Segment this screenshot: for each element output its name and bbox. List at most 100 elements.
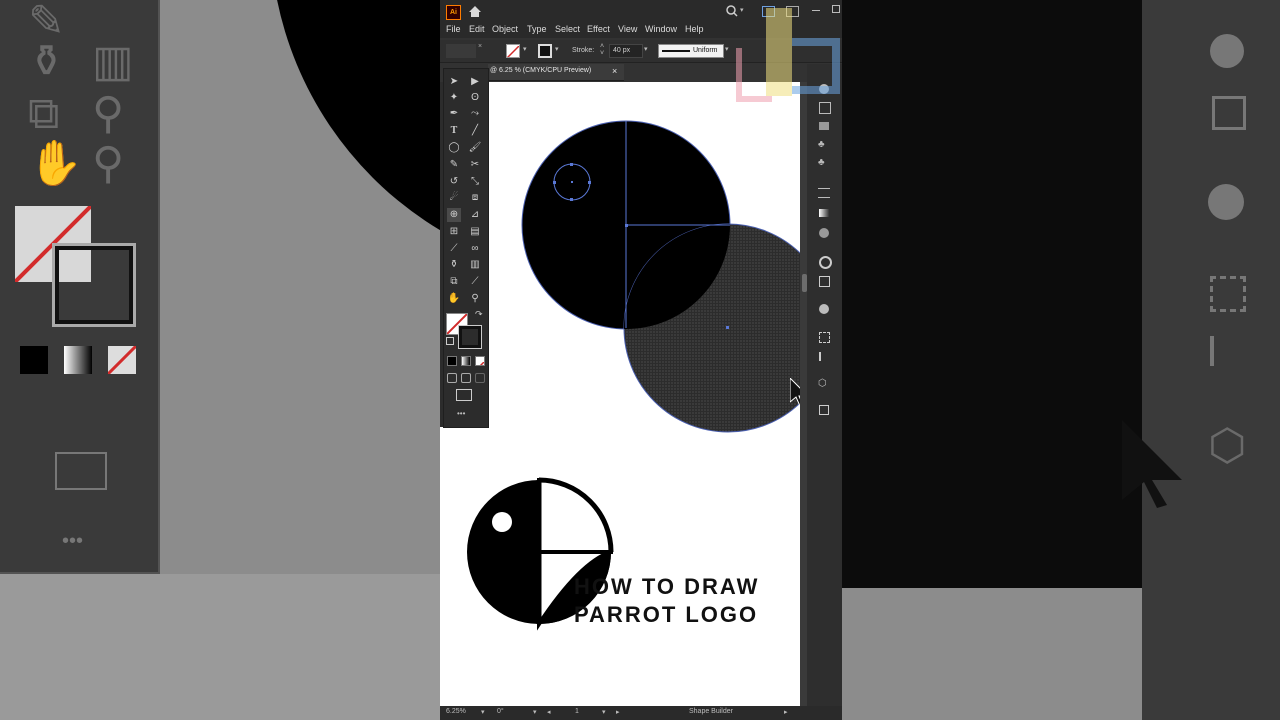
artboard-canvas[interactable]: HOW TO DRAW PARROT LOGO: [440, 82, 800, 706]
color-mode-icon[interactable]: [447, 356, 457, 366]
shape-builder-tool-icon[interactable]: ⊕: [447, 208, 461, 222]
scale-tool-icon[interactable]: ⤡: [468, 175, 482, 189]
gradient-panel-icon[interactable]: [819, 209, 829, 217]
appearance-icon[interactable]: [819, 256, 832, 269]
draw-normal-icon[interactable]: [447, 373, 457, 383]
anchor-point: [553, 181, 556, 184]
background-canvas-lower: [0, 574, 440, 720]
align-icon[interactable]: [819, 352, 831, 361]
free-transform-icon[interactable]: ⧈: [468, 191, 482, 205]
zoom-tool-icon[interactable]: ⚲: [468, 292, 482, 306]
perspective-grid-icon[interactable]: ⊿: [468, 208, 482, 222]
pen-tool-icon[interactable]: ✒: [447, 107, 461, 121]
gradient-mode-icon[interactable]: [461, 356, 471, 366]
curvature-tool-icon[interactable]: ⤳: [468, 107, 482, 121]
draw-inside-icon[interactable]: [475, 373, 485, 383]
next-artboard-icon[interactable]: ▸: [616, 708, 620, 716]
document-tab[interactable]: @ 6.25 % (CMYK/CPU Preview) ×: [488, 64, 624, 81]
selected-center-point: [726, 326, 729, 329]
stroke-stepper[interactable]: ˄ ˅: [600, 43, 604, 57]
document-tab-close[interactable]: ×: [612, 66, 617, 76]
center-point: [625, 224, 628, 227]
fill-dropdown-icon[interactable]: ▾: [523, 45, 527, 53]
stroke-width-field[interactable]: 40 px: [609, 44, 643, 58]
symbols-icon[interactable]: ♣: [818, 157, 825, 168]
background-left: ✎ ⚱ ▥ ⧉ ⚲ ✋ ⚲ •••: [0, 0, 440, 720]
graph-tool-icon[interactable]: ▥: [468, 258, 482, 272]
stroke-swatch[interactable]: [458, 325, 482, 349]
zoom-level[interactable]: 6.25%: [446, 708, 466, 715]
menu-view[interactable]: View: [618, 24, 637, 34]
hand-tool-icon[interactable]: ✋: [447, 292, 461, 306]
blur-align-icon: [1210, 336, 1244, 366]
magic-wand-icon[interactable]: ✦: [447, 91, 461, 105]
home-icon[interactable]: [468, 5, 482, 18]
swap-colors-icon[interactable]: ↷: [475, 309, 483, 320]
transparency-icon[interactable]: [819, 228, 829, 238]
artboard-tool-icon[interactable]: ⧉: [447, 275, 461, 289]
stroke-dropdown-icon[interactable]: ▾: [555, 45, 559, 53]
brushes-icon[interactable]: ♣: [818, 139, 825, 150]
paintbrush-icon[interactable]: 🖌: [468, 141, 482, 155]
edit-toolbar-more-icon[interactable]: •••: [457, 409, 465, 418]
menu-effect[interactable]: Effect: [587, 24, 610, 34]
menu-window[interactable]: Window: [645, 24, 677, 34]
fill-color-swatch[interactable]: [506, 44, 520, 58]
screen-mode-icon[interactable]: [456, 389, 472, 401]
menu-file[interactable]: File: [446, 24, 461, 34]
anchor-point: [570, 198, 573, 201]
blur-none-swatch: [106, 344, 138, 376]
gradient-tool-icon[interactable]: ▤: [468, 225, 482, 239]
artboard-dropdown-icon[interactable]: ▾: [602, 708, 606, 716]
rotation-value[interactable]: 0°: [497, 708, 504, 715]
none-mode-icon[interactable]: [475, 356, 485, 366]
shape-builder-cursor-icon: [790, 378, 800, 407]
menu-edit[interactable]: Edit: [469, 24, 485, 34]
blur-hand-icon: ✋: [28, 139, 83, 188]
shaper-tool-icon[interactable]: ✎: [447, 158, 461, 172]
menu-help[interactable]: Help: [685, 24, 704, 34]
eyedropper-icon[interactable]: ⟋: [447, 242, 461, 256]
stroke-panel-icon[interactable]: [818, 188, 830, 198]
graphic-styles-icon[interactable]: [819, 276, 830, 287]
direct-selection-tool-icon[interactable]: ▶: [468, 75, 482, 89]
blur-graph-icon: ▥: [92, 37, 134, 86]
stroke-width-dropdown-icon[interactable]: ▾: [644, 45, 648, 53]
selection-indicator: [446, 44, 476, 58]
ellipse-tool-icon[interactable]: ◯: [447, 141, 461, 155]
type-tool-icon[interactable]: T: [447, 124, 461, 138]
line-tool-icon[interactable]: ╱: [468, 124, 482, 138]
mesh-tool-icon[interactable]: ⊞: [447, 225, 461, 239]
variable-width-profile[interactable]: Uniform: [658, 44, 724, 58]
warp-tool-icon[interactable]: ☄: [447, 191, 461, 205]
status-menu-icon[interactable]: ▸: [784, 708, 788, 716]
background-canvas-lower-right: [842, 588, 1142, 720]
slice-tool-icon[interactable]: ⟋: [468, 275, 482, 289]
menu-select[interactable]: Select: [555, 24, 580, 34]
swatches-icon[interactable]: [819, 122, 829, 130]
transform-icon[interactable]: [819, 332, 830, 343]
profile-dropdown-icon[interactable]: ▾: [725, 45, 729, 53]
scissors-icon[interactable]: ✂: [468, 158, 482, 172]
blend-tool-icon[interactable]: ∞: [468, 242, 482, 256]
blur-spray-icon: ⚱: [28, 37, 65, 86]
zoom-dropdown-icon[interactable]: ▾: [481, 708, 485, 716]
logo-title-line2: PARROT LOGO: [574, 602, 759, 627]
rotate-tool-icon[interactable]: ↺: [447, 175, 461, 189]
default-colors-icon[interactable]: [446, 337, 454, 345]
pathfinder-icon[interactable]: [819, 405, 829, 415]
prev-artboard-icon[interactable]: ◂: [547, 708, 551, 716]
symbol-sprayer-icon[interactable]: ⚱: [447, 258, 461, 272]
stroke-color-swatch[interactable]: [538, 44, 552, 58]
3d-panel-icon[interactable]: ⬡: [818, 378, 827, 389]
panel-close-icon[interactable]: ×: [478, 43, 482, 50]
lasso-icon[interactable]: ʘ: [468, 91, 482, 105]
rotation-dropdown-icon[interactable]: ▾: [533, 708, 537, 716]
draw-behind-icon[interactable]: [461, 373, 471, 383]
selection-tool-icon[interactable]: ➤: [447, 75, 461, 89]
menu-object[interactable]: Object: [492, 24, 518, 34]
blur-gradient-swatch: [64, 346, 92, 374]
color-theme-icon[interactable]: [819, 304, 829, 314]
menu-type[interactable]: Type: [527, 24, 547, 34]
artboard-number[interactable]: 1: [575, 708, 579, 715]
